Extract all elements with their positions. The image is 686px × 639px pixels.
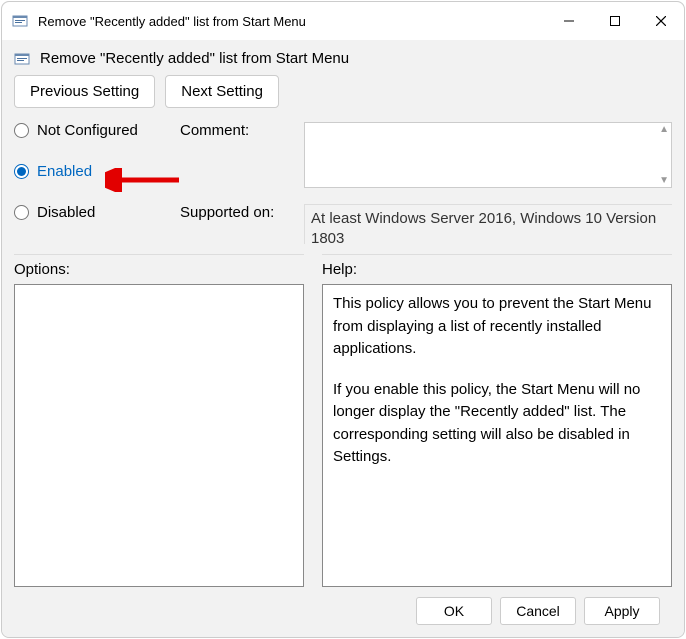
radio-disabled[interactable]: Disabled <box>14 204 174 221</box>
help-column: Help: This policy allows you to prevent … <box>322 254 672 587</box>
radio-disabled-label: Disabled <box>37 204 95 221</box>
radio-enabled[interactable]: Enabled <box>14 163 174 180</box>
close-icon <box>656 16 666 26</box>
policy-dialog: Remove "Recently added" list from Start … <box>1 1 685 638</box>
close-button[interactable] <box>638 2 684 40</box>
next-setting-button[interactable]: Next Setting <box>165 75 279 108</box>
radio-enabled-label: Enabled <box>37 163 92 180</box>
comment-label: Comment: <box>180 122 298 139</box>
footer-buttons: OK Cancel Apply <box>14 587 672 637</box>
policy-title: Remove "Recently added" list from Start … <box>40 50 349 67</box>
maximize-icon <box>610 16 620 26</box>
radio-not-configured-label: Not Configured <box>37 122 138 139</box>
radio-disabled-input[interactable] <box>14 205 29 220</box>
titlebar: Remove "Recently added" list from Start … <box>2 2 684 40</box>
minimize-button[interactable] <box>546 2 592 40</box>
help-paragraph-1: This policy allows you to prevent the St… <box>333 293 661 361</box>
gpo-icon <box>12 13 28 29</box>
window-title: Remove "Recently added" list from Start … <box>38 14 546 29</box>
content-area: Remove "Recently added" list from Start … <box>2 40 684 637</box>
maximize-button[interactable] <box>592 2 638 40</box>
apply-button[interactable]: Apply <box>584 597 660 625</box>
minimize-icon <box>564 16 574 26</box>
radio-not-configured-input[interactable] <box>14 123 29 138</box>
supported-on-label: Supported on: <box>180 204 298 221</box>
config-grid: Not Configured Comment: ▲ ▼ Enabled Disa… <box>14 122 672 244</box>
comment-textarea[interactable]: ▲ ▼ <box>304 122 672 188</box>
radio-enabled-input[interactable] <box>14 164 29 179</box>
help-panel: This policy allows you to prevent the St… <box>322 284 672 587</box>
policy-header: Remove "Recently added" list from Start … <box>14 50 672 67</box>
gpo-icon <box>14 51 30 67</box>
options-panel <box>14 284 304 587</box>
options-label: Options: <box>14 254 304 278</box>
supported-on-text: At least Windows Server 2016, Windows 10… <box>304 204 672 244</box>
scroll-up-icon[interactable]: ▲ <box>659 124 669 135</box>
help-paragraph-2: If you enable this policy, the Start Men… <box>333 379 661 469</box>
window-buttons <box>546 2 684 40</box>
cancel-button[interactable]: Cancel <box>500 597 576 625</box>
scroll-down-icon[interactable]: ▼ <box>659 175 669 186</box>
help-label: Help: <box>322 254 672 278</box>
ok-button[interactable]: OK <box>416 597 492 625</box>
lower-panels: Options: Help: This policy allows you to… <box>14 254 672 587</box>
previous-setting-button[interactable]: Previous Setting <box>14 75 155 108</box>
nav-row: Previous Setting Next Setting <box>14 75 672 108</box>
radio-not-configured[interactable]: Not Configured <box>14 122 174 139</box>
options-column: Options: <box>14 254 304 587</box>
